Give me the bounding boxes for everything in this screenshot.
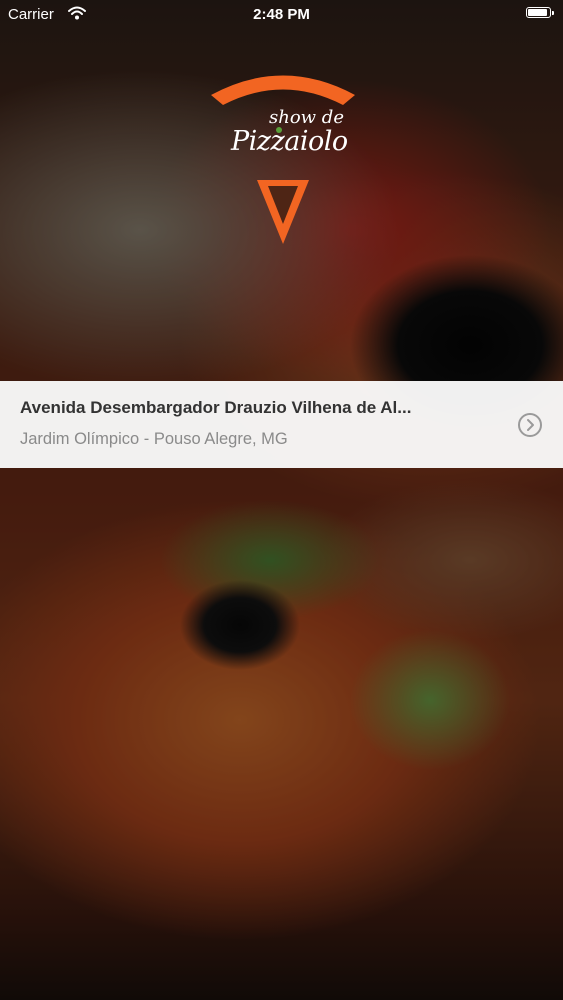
pizza-slice-logo-mark [211,75,355,244]
neighborhood-city: Jardim Olímpico - Pouso Alegre, MG [20,430,288,448]
clock: 2:48 PM [253,6,310,23]
chevron-right-circle-icon[interactable] [517,412,543,438]
battery-icon [526,7,554,18]
status-bar: Carrier 2:48 PM [0,0,563,30]
logo-text-show-de: show de [269,107,344,128]
location-card[interactable]: Avenida Desembargador Drauzio Vilhena de… [0,381,563,468]
logo-text-pizzaiolo: Pizzaiolo [231,126,348,157]
street-address: Avenida Desembargador Drauzio Vilhena de… [20,398,412,417]
show-de-pizzaiolo-logo: show de Pizzaiolo [205,68,361,246]
